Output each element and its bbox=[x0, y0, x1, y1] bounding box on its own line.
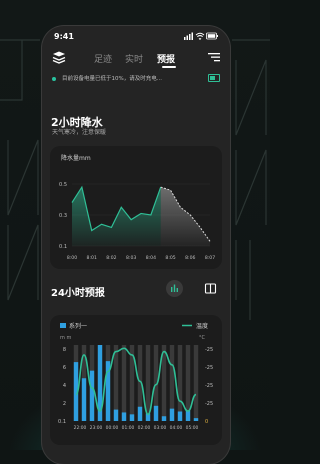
forecast-xtick-label: 04:00 bbox=[170, 425, 183, 431]
bar-value bbox=[129, 414, 135, 421]
rain-xtick-label: 8:05 bbox=[165, 255, 175, 261]
rain-chart-card: 降水量mm 0.5 0.3 0.1 8:00 8:01 8:02 8:03 8:04 8:05… bbox=[50, 146, 222, 269]
rain-xtick-label: 8:01 bbox=[87, 255, 97, 261]
signal-icon bbox=[184, 32, 193, 40]
legend-temperature: 温度 bbox=[196, 322, 208, 330]
forecast-chart-card: 系列一 温度 m m °C 8 6 4 2 0.1 -25 -25 -25 -25 0 22:00 2… bbox=[50, 315, 222, 445]
bar-value bbox=[153, 405, 159, 421]
wifi-icon bbox=[195, 32, 205, 40]
left-tick-label: 0.1 bbox=[58, 419, 66, 425]
right-tick-label: 0 bbox=[205, 419, 208, 425]
forecast-xtick-label: 05:00 bbox=[186, 425, 199, 431]
table-view-button[interactable] bbox=[202, 280, 219, 297]
tab-realtime[interactable]: 实时 bbox=[125, 52, 143, 65]
forecast-xtick-label: 22:00 bbox=[74, 425, 87, 431]
forecast-xtick-label: 23:00 bbox=[90, 425, 103, 431]
right-unit: °C bbox=[199, 335, 206, 341]
menu-icon[interactable] bbox=[208, 52, 220, 62]
split-view-icon bbox=[204, 283, 217, 294]
active-tab-indicator bbox=[162, 66, 176, 68]
top-nav: 足迹 实时 预报 bbox=[42, 46, 230, 68]
status-bar: 9:41 bbox=[42, 26, 230, 44]
bar-value bbox=[113, 409, 119, 421]
bar-background bbox=[193, 345, 199, 421]
bar-background bbox=[177, 345, 183, 421]
legend-bar-swatch bbox=[60, 323, 66, 328]
bar-background bbox=[121, 345, 127, 421]
rain-ytick-label: 0.3 bbox=[59, 213, 67, 219]
bar-value bbox=[161, 416, 167, 421]
rain-xtick-label: 8:02 bbox=[106, 255, 116, 261]
battery-icon bbox=[206, 32, 218, 40]
bar-value bbox=[121, 412, 127, 421]
right-tick-label: -25 bbox=[205, 347, 213, 353]
bar-value bbox=[193, 418, 199, 421]
forecast-chart: 系列一 温度 m m °C 8 6 4 2 0.1 -25 -25 -25 -25 0 22:00 2… bbox=[58, 322, 213, 431]
bar-value bbox=[177, 411, 183, 421]
phone-frame: 9:41 足迹 实时 预报 目前设备电量已低于10%，请及时充电... 2小时降… bbox=[42, 26, 230, 464]
app-logo-icon[interactable] bbox=[52, 51, 66, 64]
left-tick-label: 4 bbox=[63, 383, 66, 389]
bar-value bbox=[89, 370, 95, 421]
rain-xtick-label: 8:06 bbox=[185, 255, 195, 261]
rain-xtick-label: 8:04 bbox=[146, 255, 156, 261]
forecast-xtick-label: 02:00 bbox=[138, 425, 151, 431]
bar-value bbox=[137, 406, 143, 421]
rain-section-subtitle: 天气寒冷，注意保暖 bbox=[52, 129, 107, 136]
tab-forecast[interactable]: 预报 bbox=[157, 52, 175, 65]
notice-text: 目前设备电量已低于10%，请及时充电... bbox=[62, 76, 162, 82]
rain-ytick-label: 0.1 bbox=[59, 244, 67, 250]
bar-value bbox=[81, 378, 87, 421]
forecast-xtick-label: 00:00 bbox=[106, 425, 119, 431]
left-unit: m m bbox=[60, 335, 71, 341]
rain-ylabel: 降水量mm bbox=[61, 154, 91, 162]
low-battery-icon bbox=[208, 74, 220, 82]
chart-view-button[interactable] bbox=[166, 280, 183, 297]
right-tick-label: -25 bbox=[205, 401, 213, 407]
right-tick-label: -25 bbox=[205, 365, 213, 371]
left-tick-label: 2 bbox=[63, 401, 66, 407]
low-battery-notice[interactable]: 目前设备电量已低于10%，请及时充电... bbox=[50, 72, 222, 86]
forecast-section-title: 24小时预报 bbox=[51, 288, 105, 299]
left-tick-label: 8 bbox=[63, 347, 66, 353]
legend-series-one: 系列一 bbox=[69, 322, 87, 330]
rain-xtick-label: 8:03 bbox=[126, 255, 136, 261]
bar-chart-icon bbox=[171, 284, 178, 292]
right-tick-label: -25 bbox=[205, 383, 213, 389]
bar-value bbox=[185, 410, 191, 421]
status-time: 9:41 bbox=[54, 32, 74, 41]
status-icons bbox=[184, 32, 218, 40]
notice-dot-icon bbox=[52, 77, 56, 81]
tab-footprint[interactable]: 足迹 bbox=[94, 52, 112, 65]
forecast-xtick-label: 01:00 bbox=[122, 425, 135, 431]
bar-value bbox=[169, 408, 175, 421]
rain-xtick-label: 8:07 bbox=[205, 255, 215, 261]
left-tick-label: 6 bbox=[63, 365, 66, 371]
rain-area-forecast bbox=[160, 187, 210, 246]
rain-xtick-label: 8:00 bbox=[67, 255, 77, 261]
rain-chart: 降水量mm 0.5 0.3 0.1 8:00 8:01 8:02 8:03 8:04 8:05… bbox=[59, 154, 215, 261]
forecast-xtick-label: 03:00 bbox=[154, 425, 167, 431]
rain-ytick-label: 0.5 bbox=[59, 182, 67, 188]
